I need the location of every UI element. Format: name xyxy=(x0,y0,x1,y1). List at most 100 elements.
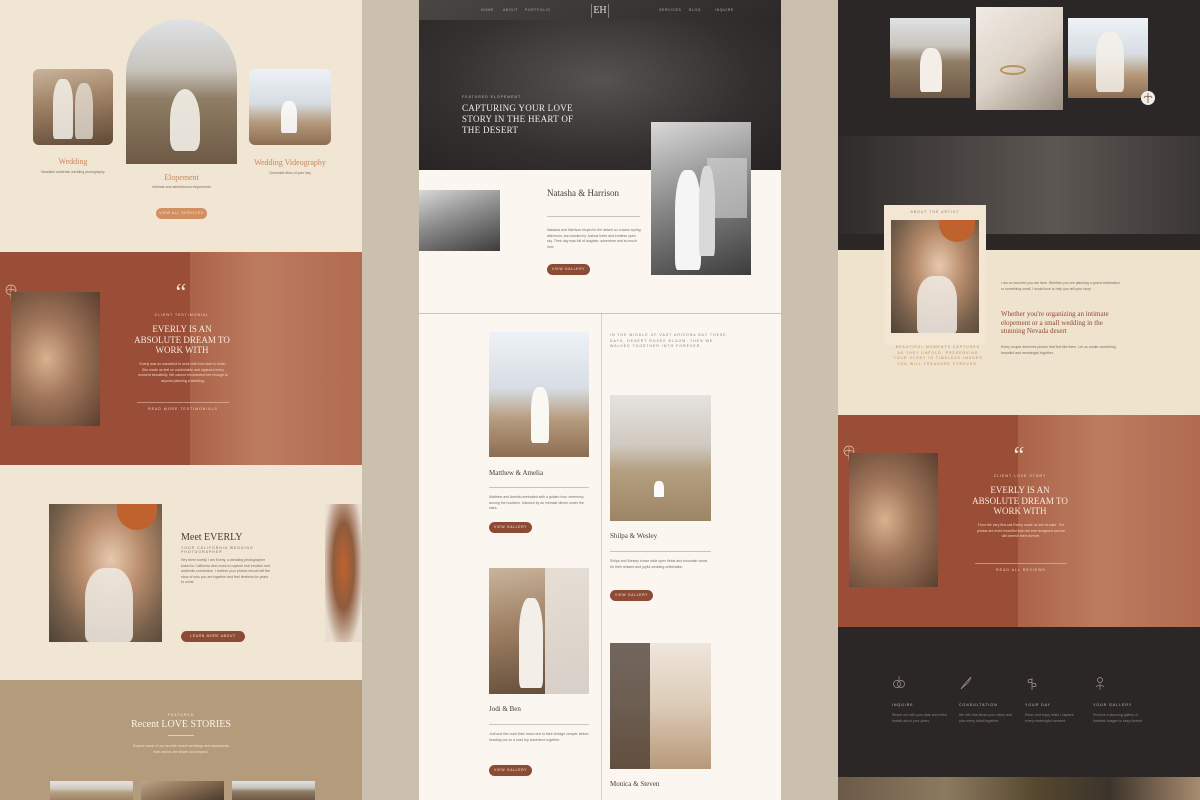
about-heading: Whether you're organizing an intimate el… xyxy=(1001,310,1109,335)
middle-page-preview: HOME ABOUT PORTFOLIO EH SERVICES BLOG IN… xyxy=(419,0,781,800)
nav-home[interactable]: HOME xyxy=(481,8,494,12)
quote-mark: “ xyxy=(175,280,187,306)
story-thumb-3[interactable] xyxy=(232,781,315,800)
flower-icon xyxy=(1095,677,1105,690)
right-testimonial-heading: EVERLY IS AN ABSOLUTE DREAM TO WORK WITH xyxy=(972,485,1068,516)
wedding-photo[interactable] xyxy=(33,69,113,145)
story-body-2: Shilpa and Wesley chose wide open fields… xyxy=(610,559,708,569)
story-names-1: Matthew & Amelia xyxy=(489,469,544,477)
videography-photo[interactable] xyxy=(249,69,331,145)
process-text-4: Receive a stunning gallery of timeless i… xyxy=(1093,713,1144,723)
story-button-3[interactable]: VIEW GALLERY xyxy=(489,765,532,776)
testimonial-eyebrow: CLIENT TESTIMONIAL xyxy=(154,313,210,317)
story-body-1: Matthew and Amelia celebrated with a gol… xyxy=(489,495,584,510)
right-testimonial-body: From the very first call Everly made us … xyxy=(976,523,1066,538)
story-button-2[interactable]: VIEW GALLERY xyxy=(610,590,653,601)
nav-services[interactable]: SERVICES xyxy=(659,8,681,12)
testimonial-section: “ CLIENT TESTIMONIAL EVERLY IS AN ABSOLU… xyxy=(0,252,362,465)
rings-icon xyxy=(893,676,905,688)
about-portrait-photo[interactable] xyxy=(891,220,979,333)
floral-badge-icon xyxy=(1141,91,1155,105)
nav-inquire[interactable]: INQUIRE xyxy=(715,8,734,12)
read-reviews-link[interactable]: READ ALL REVIEWS xyxy=(975,568,1067,572)
about-body-bottom: Every couple deserves photos that feel l… xyxy=(1001,345,1116,355)
process-title-3: YOUR DAY xyxy=(1025,703,1052,707)
featured-small-photo[interactable] xyxy=(419,190,500,251)
story-button-1[interactable]: VIEW GALLERY xyxy=(489,522,532,533)
read-testimonials-link[interactable]: READ MORE TESTIMONIALS xyxy=(137,407,229,411)
featured-body: Natasha and Harrison eloped in the deser… xyxy=(547,228,641,249)
testimonial-divider xyxy=(137,402,229,403)
leaf-icon xyxy=(1027,678,1037,690)
stories-intro: IN THE MIDDLE OF VAST ARIZONA BAY THESE … xyxy=(610,333,727,348)
story-divider-1 xyxy=(489,487,589,488)
gallery-title-videography: Wedding Videography xyxy=(254,158,326,167)
site-logo[interactable]: EH xyxy=(591,4,609,18)
featured-divider xyxy=(547,216,640,217)
right-dress-texture xyxy=(1018,415,1200,627)
story-divider-2 xyxy=(610,551,711,552)
elopement-photo[interactable] xyxy=(126,19,237,164)
dress-texture xyxy=(190,252,362,465)
story-thumb-1[interactable] xyxy=(50,781,133,800)
stories-eyebrow: FEATURED xyxy=(167,713,195,717)
story-thumb-2[interactable] xyxy=(141,781,224,800)
process-title-2: CONSULTATION xyxy=(959,703,998,707)
gallery-text-videography: Cinematic films of your day xyxy=(268,171,311,175)
footer-photo-strip xyxy=(838,777,1200,800)
right-testimonial-section: “ CLIENT LOVE STORY EVERLY IS AN ABSOLUT… xyxy=(838,415,1200,627)
gallery-title-wedding: Wedding xyxy=(58,157,88,166)
nav-portfolio[interactable]: PORTFOLIO xyxy=(525,8,551,12)
right-quote-mark: “ xyxy=(1013,443,1025,469)
featured-gallery-button[interactable]: VIEW GALLERY xyxy=(547,264,590,275)
feather-icon xyxy=(960,676,972,690)
process-title-1: INQUIRE xyxy=(892,703,914,707)
featured-names: Natasha & Harrison xyxy=(547,188,619,198)
stories-divider xyxy=(168,735,194,736)
process-text-1: Reach out with your date and a few detai… xyxy=(892,713,947,723)
process-text-2: We will chat about your vision and plan … xyxy=(959,713,1012,723)
about-quote: BEAUTIFUL MOMENTS CAPTURED AS THEY UNFOL… xyxy=(893,345,983,366)
right-couple-kiss-photo[interactable] xyxy=(849,453,938,587)
featured-couple-photo[interactable] xyxy=(651,122,751,275)
right-testimonial-eyebrow: CLIENT LOVE STORY xyxy=(993,474,1047,478)
process-section xyxy=(838,627,1200,777)
stories-body: Explore some of our favorite recent wedd… xyxy=(132,744,230,754)
section-divider xyxy=(419,313,781,314)
process-text-3: Relax and enjoy while I capture every me… xyxy=(1025,713,1074,723)
meet-body: Hey there lovely! I am Everly, a wedding… xyxy=(181,558,271,584)
gallery-text-wedding: Beautiful authentic wedding photography xyxy=(41,170,105,174)
about-eyebrow: ABOUT THE ARTIST xyxy=(910,210,960,214)
everly-portrait-photo[interactable] xyxy=(49,504,162,642)
grid-center-rule xyxy=(601,313,602,800)
story-names-4: Monica & Steven xyxy=(610,780,660,788)
hero-eyebrow: FEATURED ELOPEMENT xyxy=(462,95,522,99)
stories-section: FEATURED Recent LOVE STORIES Explore som… xyxy=(0,680,362,800)
story-photo-jodi-ben[interactable] xyxy=(489,568,589,694)
bouquet-photo[interactable] xyxy=(325,504,362,642)
gallery-text-elopement: Intimate and adventurous elopements xyxy=(152,185,211,189)
meet-subtitle: YOUR CALIFORNIA WEDDING PHOTOGRAPHER xyxy=(181,546,254,554)
view-services-button[interactable]: VIEW ALL SERVICES xyxy=(156,208,207,219)
learn-more-button[interactable]: LEARN MORE ABOUT EVERLY xyxy=(181,631,245,649)
story-photo-matthew-amelia[interactable] xyxy=(489,332,589,457)
story-divider-3 xyxy=(489,724,589,725)
story-names-2: Shilpa & Wesley xyxy=(610,532,658,540)
about-body-top: I am so honored you are here. Whether yo… xyxy=(1001,281,1120,291)
testimonial-body: Everly was so wonderful to work with fro… xyxy=(138,362,228,383)
gallery-photo-bride[interactable] xyxy=(890,18,970,98)
couple-kiss-photo[interactable] xyxy=(11,292,100,426)
story-names-3: Jodi & Ben xyxy=(489,705,521,713)
gallery-title-elopement: Elopement xyxy=(164,173,199,182)
nav-about[interactable]: ABOUT xyxy=(503,8,518,12)
story-photo-monica-steven[interactable] xyxy=(610,643,711,769)
hero-title: CAPTURING YOUR LOVE STORY IN THE HEART O… xyxy=(462,103,574,135)
nav-blog[interactable]: BLOG xyxy=(689,8,701,12)
gallery-photo-couple[interactable] xyxy=(1068,18,1148,98)
story-photo-shilpa-wesley[interactable] xyxy=(610,395,711,521)
stories-title: Recent LOVE STORIES xyxy=(131,719,231,730)
process-title-4: YOUR GALLERY xyxy=(1093,703,1133,707)
gallery-photo-rings[interactable] xyxy=(976,7,1063,110)
right-testimonial-divider xyxy=(975,563,1067,564)
story-body-3: Jodi and Ben said their vows next to the… xyxy=(489,732,589,742)
